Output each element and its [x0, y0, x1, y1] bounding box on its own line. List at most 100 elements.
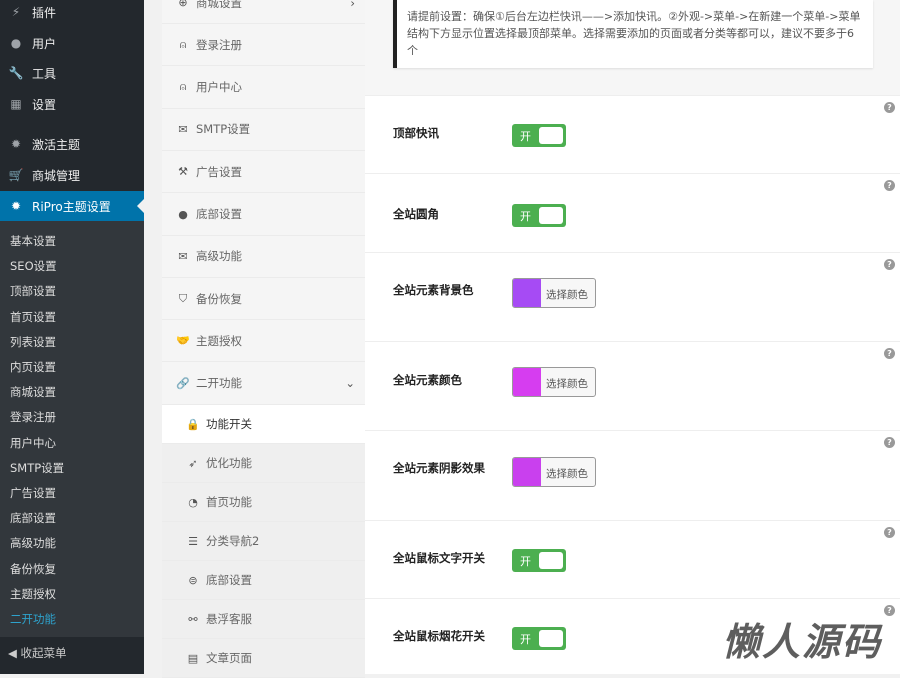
setting-label: 全站圆角 — [393, 207, 439, 221]
menu-tools[interactable]: 🔧 工具 — [0, 58, 144, 88]
menu-item-icon: ⍝ — [179, 80, 187, 94]
toggle-switch[interactable]: 开 — [512, 204, 566, 227]
setting-label: 顶部快讯 — [393, 126, 439, 140]
toggle-state: 开 — [520, 210, 531, 223]
collapse-menu-button[interactable]: ◀ 收起菜单 — [8, 645, 67, 661]
color-swatch — [513, 279, 541, 307]
subitem-label: 文章页面 — [206, 651, 252, 665]
menu-item-icon: 🤝 — [176, 334, 190, 348]
menu-plugins[interactable]: ⚡ 插件 — [0, 0, 144, 27]
notice-box: 请提前设置：确保①后台左边栏快讯——>添加快讯。②外观->菜单->在新建一个菜单… — [393, 0, 873, 68]
menu-item-label: 登录注册 — [196, 37, 242, 52]
color-swatch — [513, 458, 541, 486]
menu-label: 工具 — [32, 66, 57, 81]
wrench-icon: 🔧 — [8, 66, 24, 80]
plugin-icon: ⚡ — [11, 5, 21, 19]
subitem-label: 底部设置 — [206, 573, 252, 587]
subitem-label: 悬浮客服 — [206, 612, 252, 626]
menu-label: 商城管理 — [32, 168, 81, 183]
help-icon[interactable]: ? — [884, 348, 895, 359]
submenu-item[interactable]: 二开功能 — [10, 611, 56, 627]
submenu-item[interactable]: 内页设置 — [10, 359, 56, 375]
panel-menu-item[interactable]: ⍝ 登录注册 — [162, 24, 365, 67]
panel-menu-item[interactable]: ⛉ 备份恢复 — [162, 278, 365, 321]
panel-subitem[interactable]: ⊜ 底部设置 — [162, 561, 365, 600]
settings-nav: ⊕ 商城设置 › ⍝ 登录注册 ⍝ 用户中心 ✉ SMTP设置 ⚒ 广告设置 ● 底部设置 ✉ 高级功能 ⛉ 备… — [162, 0, 365, 678]
submenu-item[interactable]: SEO设置 — [10, 258, 57, 274]
panel-menu-item[interactable]: ⚒ 广告设置 — [162, 151, 365, 194]
toggle-knob — [539, 630, 563, 647]
color-picker-label: 选择颜色 — [546, 468, 588, 480]
submenu-item[interactable]: 用户中心 — [10, 435, 56, 451]
help-icon[interactable]: ? — [884, 605, 895, 616]
menu-ripro-settings[interactable]: ✹ RiPro主题设置 — [0, 191, 144, 221]
menu-users[interactable]: ● 用户 — [0, 28, 144, 58]
submenu-item[interactable]: 备份恢复 — [10, 561, 56, 577]
toggle-switch[interactable]: 开 — [512, 549, 566, 572]
panel-menu-item[interactable]: 🔗 二开功能 ⌄ — [162, 363, 365, 405]
chevron-down-icon: ⌄ — [345, 376, 355, 391]
collapse-icon: ◀ — [8, 646, 17, 660]
panel-subitem[interactable]: 🔒 功能开关 — [162, 405, 365, 444]
help-icon[interactable]: ? — [884, 437, 895, 448]
user-icon: ● — [10, 36, 22, 50]
submenu-item[interactable]: 主题授权 — [10, 586, 56, 602]
subitem-label: 功能开关 — [206, 417, 252, 431]
panel-menu-item[interactable]: ⊕ 商城设置 › — [162, 0, 365, 24]
submenu-item[interactable]: 底部设置 — [10, 510, 56, 526]
menu-item-label: 高级功能 — [196, 249, 242, 264]
submenu-item[interactable]: 广告设置 — [10, 485, 56, 501]
menu-item-icon: ⚒ — [178, 165, 188, 179]
submenu-item[interactable]: 基本设置 — [10, 233, 56, 249]
submenu-item[interactable]: 首页设置 — [10, 309, 56, 325]
menu-label: 插件 — [32, 5, 57, 20]
toggle-state: 开 — [520, 555, 531, 568]
menu-shop[interactable]: 🛒 商城管理 — [0, 160, 144, 190]
panel-menu-item[interactable]: ✉ SMTP设置 — [162, 109, 365, 151]
settings-content: 请提前设置：确保①后台左边栏快讯——>添加快讯。②外观->菜单->在新建一个菜单… — [365, 0, 900, 674]
color-picker-button[interactable]: 选择颜色 — [512, 278, 596, 308]
submenu-item[interactable]: SMTP设置 — [10, 460, 64, 476]
help-icon[interactable]: ? — [884, 180, 895, 191]
panel-menu-item[interactable]: ● 底部设置 — [162, 194, 365, 236]
menu-item-label: SMTP设置 — [196, 122, 251, 137]
help-icon[interactable]: ? — [884, 527, 895, 538]
menu-activate-theme[interactable]: ✹ 激活主题 — [0, 129, 144, 159]
toggle-switch[interactable]: 开 — [512, 627, 566, 650]
submenu-item[interactable]: 高级功能 — [10, 535, 56, 551]
menu-item-icon: ⛉ — [178, 291, 188, 305]
menu-label: 设置 — [32, 97, 57, 112]
color-picker-button[interactable]: 选择颜色 — [512, 367, 596, 397]
toggle-knob — [539, 207, 563, 224]
panel-menu-item[interactable]: ✉ 高级功能 — [162, 236, 365, 278]
gear-icon: ✹ — [10, 199, 22, 213]
submenu-item[interactable]: 商城设置 — [10, 384, 56, 400]
submenu-item[interactable]: 列表设置 — [10, 334, 56, 350]
setting-row: 全站鼠标文字开关? 开 — [365, 520, 900, 598]
menu-label: 激活主题 — [32, 137, 81, 152]
toggle-knob — [539, 552, 563, 569]
help-icon[interactable]: ? — [884, 102, 895, 113]
setting-row: 顶部快讯? 开 — [365, 95, 900, 173]
panel-subitem[interactable]: ☰ 分类导航2 — [162, 522, 365, 561]
setting-label: 全站元素背景色 — [393, 283, 474, 297]
color-picker-button[interactable]: 选择颜色 — [512, 457, 596, 487]
setting-label: 全站鼠标文字开关 — [393, 551, 485, 565]
panel-subitem[interactable]: ➶ 优化功能 — [162, 444, 365, 483]
panel-subitem[interactable]: ▤ 文章页面 — [162, 639, 365, 678]
toggle-state: 开 — [520, 130, 531, 143]
menu-settings[interactable]: ▦ 设置 — [0, 89, 144, 119]
panel-subitem[interactable]: ◔ 首页功能 — [162, 483, 365, 522]
toggle-state: 开 — [520, 633, 531, 646]
panel-subitem[interactable]: ⚯ 悬浮客服 — [162, 600, 365, 639]
watermark-logo: 懒人源码 — [721, 620, 882, 664]
panel-menu-item[interactable]: 🤝 主题授权 — [162, 320, 365, 363]
panel-menu-item[interactable]: ⍝ 用户中心 — [162, 67, 365, 109]
submenu-item[interactable]: 顶部设置 — [10, 283, 56, 299]
submenu-item[interactable]: 登录注册 — [10, 409, 56, 425]
menu-item-label: 用户中心 — [196, 80, 242, 95]
help-icon[interactable]: ? — [884, 259, 895, 270]
toggle-switch[interactable]: 开 — [512, 124, 566, 147]
menu-item-label: 主题授权 — [196, 333, 242, 348]
menu-item-icon: ⍝ — [179, 37, 187, 51]
